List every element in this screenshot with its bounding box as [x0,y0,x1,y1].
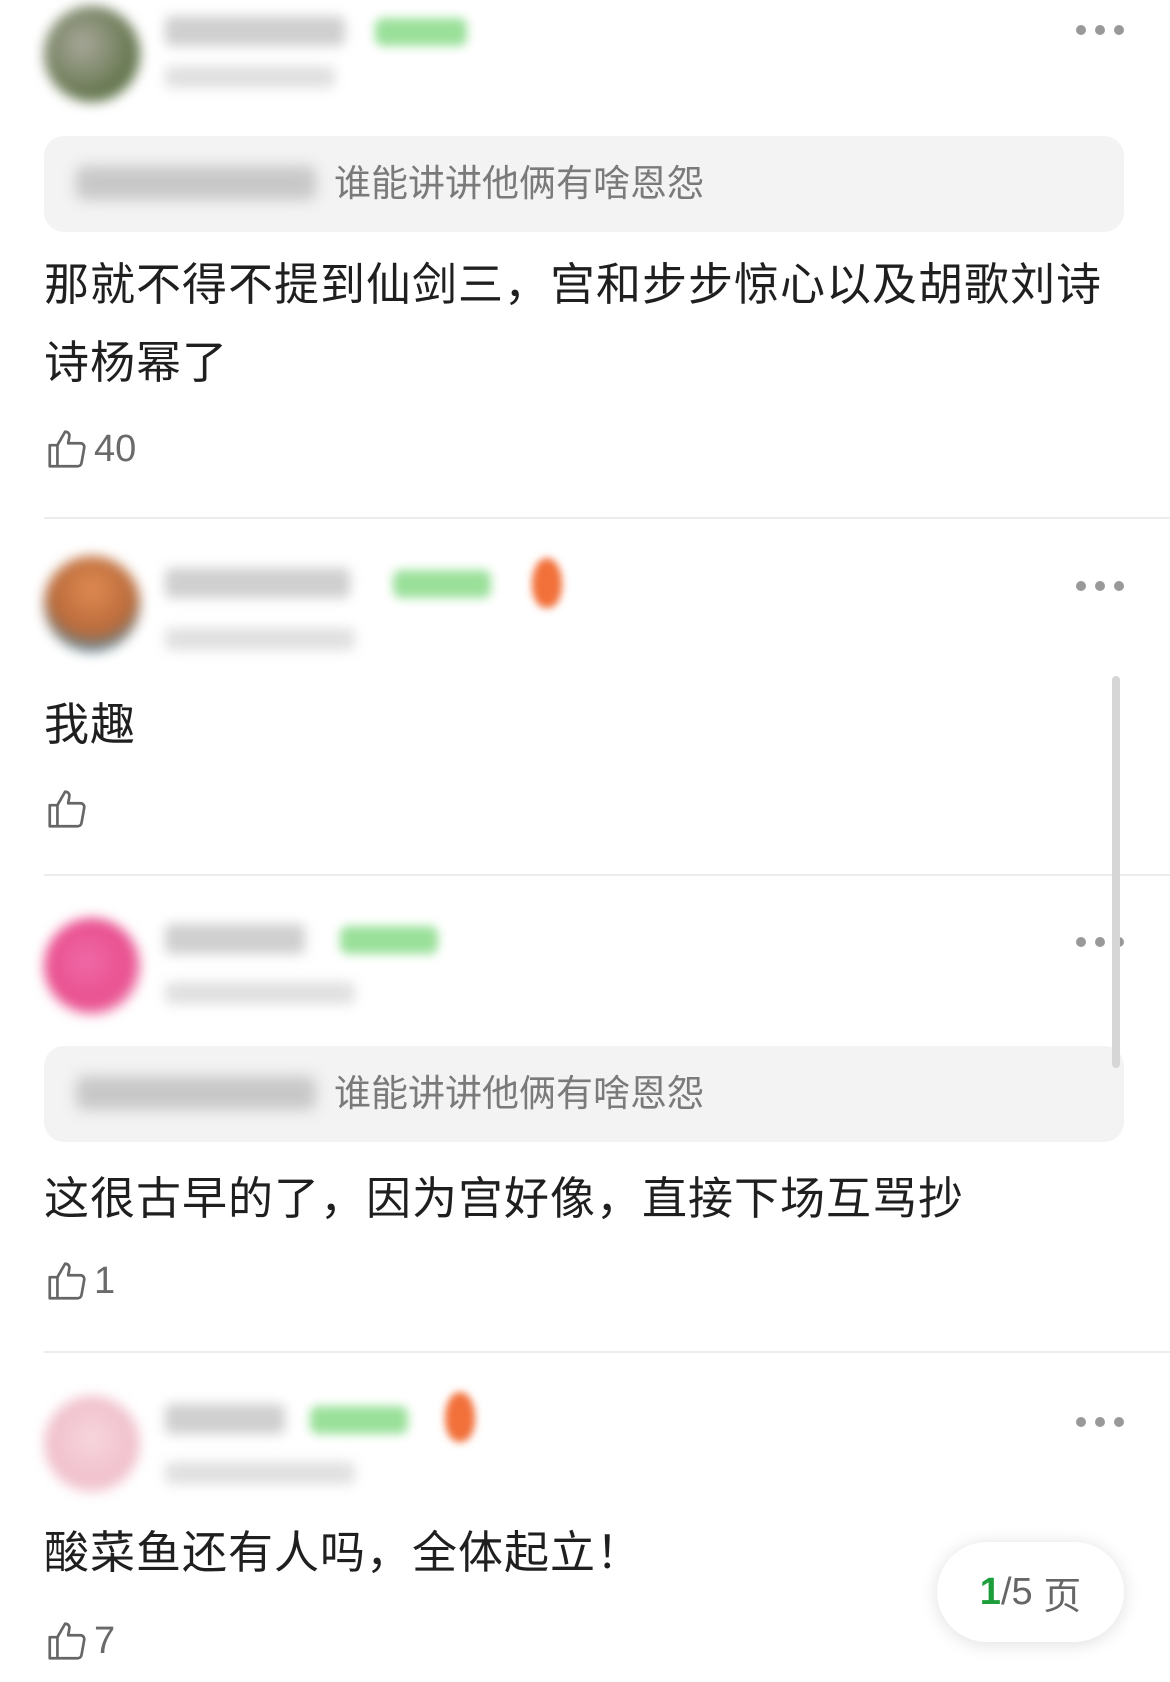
quoted-text: 谁能讲讲他俩有啥恩怨 [334,1072,704,1115]
divider [44,874,1170,876]
avatar[interactable] [44,556,140,652]
username-blurred[interactable] [165,568,350,598]
comment-meta-blurred [165,66,335,88]
more-options-icon[interactable] [1076,1410,1124,1434]
scrollbar[interactable] [1112,676,1120,1068]
divider [44,517,1170,519]
username-blurred[interactable] [165,924,305,954]
comment-text: 那就不得不提到仙剑三，宫和步步惊心以及胡歌刘诗诗杨幂了 [44,258,1103,389]
divider [44,1351,1170,1353]
like-button[interactable]: 7 [44,1616,115,1666]
thumbs-up-icon [48,790,86,828]
avatar[interactable] [44,6,140,102]
like-button[interactable] [44,784,94,834]
quoted-username-blurred [76,166,316,200]
user-badge-blurred [340,926,438,954]
username-blurred[interactable] [165,16,345,46]
more-options-icon[interactable] [1076,18,1124,42]
like-button[interactable]: 40 [44,424,136,474]
avatar[interactable] [44,1396,140,1492]
current-page: 1 [979,1570,1001,1613]
fire-icon [532,558,562,608]
thumbs-up-icon [48,1622,86,1660]
quoted-text: 谁能讲讲他俩有啥恩怨 [334,162,704,205]
quoted-username-blurred [76,1076,316,1110]
more-options-icon[interactable] [1076,574,1124,598]
user-badge-blurred [310,1406,408,1434]
like-count: 1 [94,1259,116,1302]
comment-text: 这很古早的了，因为宫好像，直接下场互骂抄 [44,1172,965,1225]
thumbs-up-icon [48,430,86,468]
user-badge-blurred [393,570,491,598]
username-blurred[interactable] [165,1404,285,1434]
avatar[interactable] [44,918,140,1014]
comment-text: 我趣 [44,698,137,751]
thumbs-up-icon [48,1262,86,1300]
user-badge-blurred [375,18,467,46]
total-pages: 5 [1011,1570,1033,1613]
page-indicator[interactable]: 1/5 页 [937,1542,1124,1642]
like-count: 7 [94,1619,116,1662]
page-separator: / [1000,1570,1012,1613]
like-count: 40 [94,427,137,470]
quoted-reply[interactable]: 谁能讲讲他俩有啥恩怨 [44,136,1124,232]
quoted-reply[interactable]: 谁能讲讲他俩有啥恩怨 [44,1046,1124,1142]
like-button[interactable]: 1 [44,1256,115,1306]
comment-meta-blurred [165,628,355,650]
comment-meta-blurred [165,1462,355,1484]
page-unit: 页 [1032,1575,1082,1618]
comment-meta-blurred [165,982,355,1004]
fire-icon [445,1392,475,1442]
